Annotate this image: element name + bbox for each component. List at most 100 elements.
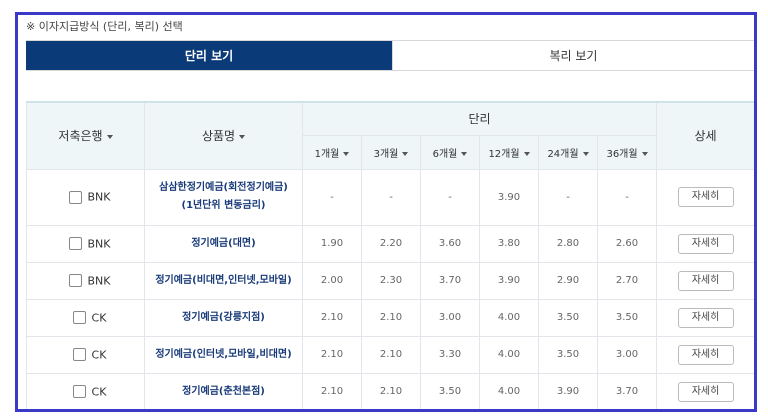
sort-caret-icon: [106, 134, 113, 139]
header-detail: 상세: [656, 101, 754, 170]
tab-simple-interest[interactable]: 단리 보기: [26, 41, 392, 70]
bank-cell: CK: [26, 298, 145, 337]
rate-cell: 3.50: [596, 298, 658, 337]
rate-cell: 3.60: [420, 224, 480, 263]
deposit-rates-table: 저축은행 상품명 단리 상세 1개월 3개월 6개월 12개월 24개월 36개월 BNK…: [26, 101, 754, 409]
rate-cell: 2.60: [596, 224, 658, 263]
header-month[interactable]: 24개월: [538, 134, 598, 170]
header-bank[interactable]: 저축은행: [26, 101, 145, 170]
rate-cell: 3.50: [538, 298, 598, 337]
rate-cell: 3.70: [596, 372, 658, 409]
detail-button[interactable]: 자세히: [677, 344, 734, 365]
rate-cell: 2.00: [302, 261, 362, 300]
bank-cell: BNK: [26, 261, 145, 300]
rate-cell: 2.10: [302, 298, 362, 337]
select-checkbox[interactable]: [68, 190, 82, 204]
table-row: CK 정기예금(인터넷,모바일,비대면) 2.10 2.10 3.30 4.00 3.50 3…: [26, 335, 754, 374]
interest-type-tabs: 단리 보기 복리 보기: [26, 40, 754, 71]
product-name[interactable]: 정기예금(춘천본점): [144, 372, 303, 409]
header-rate-group: 단리: [301, 101, 658, 136]
header-month-label: 6개월: [432, 148, 458, 160]
header-month-label: 36개월: [606, 148, 638, 160]
select-checkbox[interactable]: [72, 311, 86, 325]
sort-caret-icon: [582, 151, 589, 156]
product-name[interactable]: 정기예금(비대면,인터넷,모바일): [144, 261, 303, 300]
table-row: BNK 정기예금(대면) 1.90 2.20 3.60 3.80 2.80 2.60 자세히: [26, 224, 754, 263]
product-name[interactable]: 정기예금(대면): [144, 224, 303, 263]
tab-compound-interest[interactable]: 복리 보기: [392, 41, 754, 70]
rate-cell: -: [361, 168, 421, 226]
rate-cell: 4.00: [479, 372, 539, 409]
rate-cell: 4.00: [479, 335, 539, 374]
rate-cell: 2.90: [538, 261, 598, 300]
sort-caret-icon: [641, 151, 648, 156]
select-checkbox[interactable]: [68, 274, 82, 288]
product-name[interactable]: 삼삼한정기예금(회전정기예금) (1년단위 변동금리): [144, 168, 303, 226]
rate-cell: 3.90: [479, 168, 539, 226]
select-checkbox[interactable]: [72, 385, 86, 399]
rate-cell: 2.70: [596, 261, 658, 300]
bank-name: CK: [91, 348, 107, 362]
product-name[interactable]: 정기예금(인터넷,모바일,비대면): [144, 335, 303, 374]
product-name[interactable]: 정기예금(강릉지점): [144, 298, 303, 337]
rate-cell: 2.10: [361, 372, 421, 409]
header-month-label: 12개월: [488, 148, 520, 160]
bank-name: BNK: [87, 237, 111, 251]
rate-cell: 2.10: [302, 335, 362, 374]
detail-cell: 자세히: [656, 168, 754, 226]
detail-cell: 자세히: [656, 372, 754, 409]
table-row: BNK 삼삼한정기예금(회전정기예금) (1년단위 변동금리) - - -3.90- - 자…: [26, 168, 754, 226]
sort-caret-icon: [239, 134, 246, 139]
detail-button[interactable]: 자세히: [677, 381, 734, 402]
bank-name: BNK: [87, 190, 111, 204]
detail-cell: 자세히: [656, 298, 754, 337]
rate-cell: 2.30: [361, 261, 421, 300]
sort-caret-icon: [461, 151, 468, 156]
header-month[interactable]: 1개월: [302, 134, 362, 170]
interest-method-notice: ※ 이자지급방식 (단리, 복리) 선택: [26, 20, 183, 33]
rate-cell: 3.90: [479, 261, 539, 300]
header-month[interactable]: 36개월: [596, 134, 658, 170]
rate-cell: -: [596, 168, 658, 226]
rate-cell: 4.00: [479, 298, 539, 337]
table-row: CK 정기예금(강릉지점) 2.10 2.10 3.00 4.00 3.50 3.50 자세히: [26, 298, 754, 337]
table-row: CK 정기예금(춘천본점) 2.10 2.10 3.50 4.00 3.90 3.70 자세히: [26, 372, 754, 409]
rate-cell: -: [302, 168, 362, 226]
header-bank-label: 저축은행: [58, 129, 103, 144]
header-product[interactable]: 상품명: [144, 101, 303, 170]
content-frame: ※ 이자지급방식 (단리, 복리) 선택 단리 보기 복리 보기 저축은행 상품…: [15, 12, 757, 412]
rate-cell: 2.10: [361, 298, 421, 337]
header-month[interactable]: 6개월: [420, 134, 480, 170]
detail-button[interactable]: 자세히: [677, 233, 734, 254]
detail-button[interactable]: 자세히: [677, 307, 734, 328]
detail-button[interactable]: 자세히: [677, 270, 734, 291]
table-row: BNK 정기예금(비대면,인터넷,모바일) 2.00 2.30 3.70 3.90 2.90…: [26, 261, 754, 300]
rate-cell: 3.50: [420, 372, 480, 409]
rate-cell: 2.10: [302, 372, 362, 409]
header-month-label: 1개월: [314, 148, 340, 160]
sort-caret-icon: [343, 151, 350, 156]
rate-cell: 2.80: [538, 224, 598, 263]
detail-cell: 자세히: [656, 335, 754, 374]
detail-button[interactable]: 자세히: [677, 187, 734, 207]
bank-name: CK: [91, 311, 107, 325]
rate-cell: 3.30: [420, 335, 480, 374]
sort-caret-icon: [523, 151, 530, 156]
header-month[interactable]: 12개월: [479, 134, 539, 170]
rate-cell: 3.50: [538, 335, 598, 374]
rate-cell: 3.00: [596, 335, 658, 374]
rate-cell: 2.10: [361, 335, 421, 374]
select-checkbox[interactable]: [68, 237, 82, 251]
header-month-label: 24개월: [547, 148, 579, 160]
rate-cell: -: [420, 168, 480, 226]
header-month[interactable]: 3개월: [361, 134, 421, 170]
detail-cell: 자세히: [656, 224, 754, 263]
bank-cell: BNK: [26, 224, 145, 263]
header-month-label: 3개월: [373, 148, 399, 160]
rate-cell: -: [538, 168, 598, 226]
bank-cell: BNK: [26, 168, 145, 226]
rate-cell: 3.90: [538, 372, 598, 409]
rate-cell: 1.90: [302, 224, 362, 263]
bank-cell: CK: [26, 335, 145, 374]
select-checkbox[interactable]: [72, 348, 86, 362]
